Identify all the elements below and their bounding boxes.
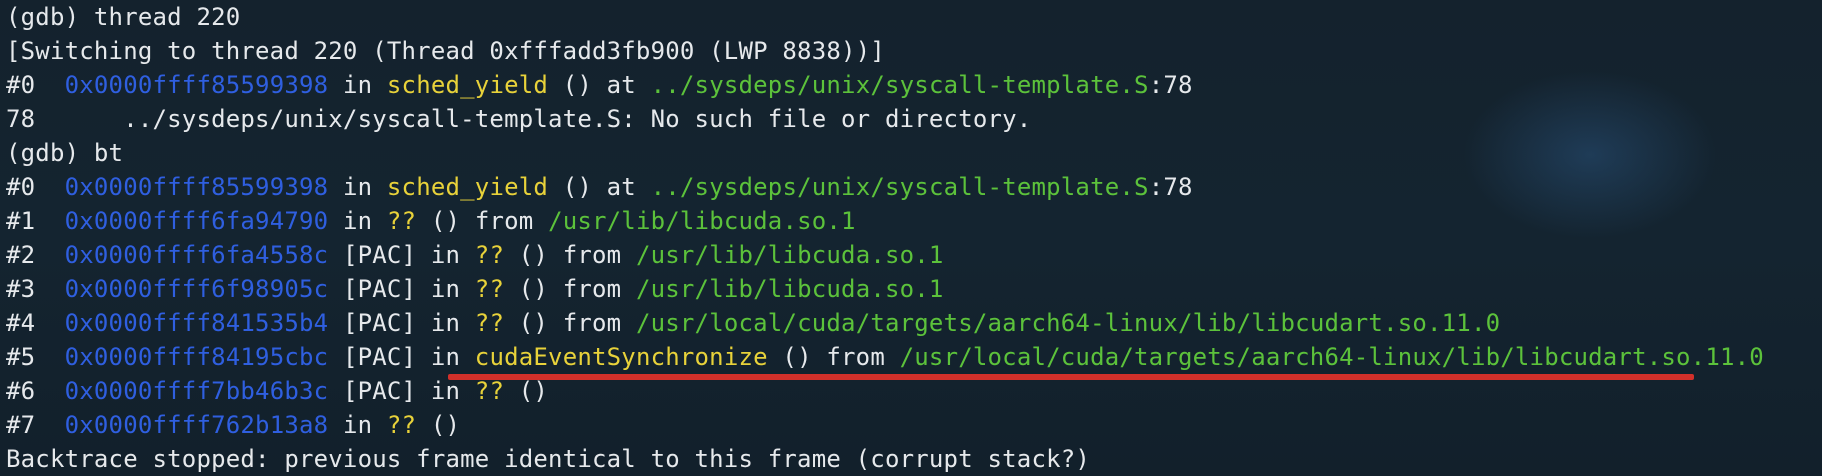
gdb-terminal-output: (gdb) thread 220 [Switching to thread 220… — [6, 0, 1816, 476]
terminal-text: [PAC] in — [328, 309, 475, 337]
terminal-text: #0 — [6, 173, 65, 201]
terminal-text: #3 — [6, 275, 65, 303]
terminal-text: in — [328, 71, 387, 99]
terminal-line: 78 ../sysdeps/unix/syscall-template.S: N… — [6, 102, 1816, 136]
terminal-text: () — [416, 411, 461, 439]
terminal-text: (gdb) thread 220 — [6, 3, 241, 31]
terminal-text: () from — [767, 343, 900, 371]
terminal-text: () at — [548, 71, 651, 99]
source-path: ../sysdeps/unix/syscall-template.S — [650, 71, 1149, 99]
terminal-text: #7 — [6, 411, 65, 439]
frame-address: 0x0000ffff84195cbc — [64, 343, 329, 371]
function-name: ?? — [474, 309, 505, 337]
terminal-text: () — [504, 377, 549, 405]
terminal-line: #0 0x0000ffff85599398 in sched_yield () … — [6, 68, 1816, 102]
frame-address: 0x0000ffff85599398 — [64, 173, 329, 201]
source-path: /usr/lib/libcuda.so.1 — [635, 241, 944, 269]
frame-address: 0x0000ffff7bb46b3c — [64, 377, 329, 405]
terminal-text: #4 — [6, 309, 65, 337]
source-path: /usr/local/cuda/targets/aarch64-linux/li… — [899, 343, 1764, 371]
terminal-text: [PAC] in — [328, 241, 475, 269]
function-name: ?? — [386, 411, 417, 439]
frame-address: 0x0000ffff762b13a8 — [64, 411, 329, 439]
function-name: sched_yield — [386, 71, 549, 99]
terminal-line: Backtrace stopped: previous frame identi… — [6, 442, 1816, 476]
terminal-text: #6 — [6, 377, 65, 405]
terminal-text: [Switching to thread 220 (Thread 0xfffad… — [6, 37, 885, 65]
function-name: cudaEventSynchronize — [474, 343, 768, 371]
function-name: ?? — [474, 241, 505, 269]
terminal-text: [PAC] in — [328, 275, 475, 303]
function-name: sched_yield — [386, 173, 549, 201]
terminal-line: (gdb) thread 220 — [6, 0, 1816, 34]
function-name: ?? — [386, 207, 417, 235]
function-name: ?? — [474, 275, 505, 303]
terminal-text: #5 — [6, 343, 65, 371]
terminal-text: in — [328, 173, 387, 201]
terminal-text: [PAC] in — [328, 343, 475, 371]
terminal-text: #2 — [6, 241, 65, 269]
terminal-text: [PAC] in — [328, 377, 475, 405]
terminal-line: #2 0x0000ffff6fa4558c [PAC] in ?? () fro… — [6, 238, 1816, 272]
terminal-text: 78 ../sysdeps/unix/syscall-template.S: N… — [6, 105, 1032, 133]
terminal-line: [Switching to thread 220 (Thread 0xfffad… — [6, 34, 1816, 68]
terminal-line: #0 0x0000ffff85599398 in sched_yield () … — [6, 170, 1816, 204]
terminal-text: () from — [504, 309, 636, 337]
terminal-text: :78 — [1148, 173, 1193, 201]
source-path: /usr/lib/libcuda.so.1 — [635, 275, 944, 303]
frame-address: 0x0000ffff85599398 — [64, 71, 329, 99]
terminal-text: () from — [504, 275, 636, 303]
source-path: /usr/lib/libcuda.so.1 — [548, 207, 856, 235]
terminal-line: #7 0x0000ffff762b13a8 in ?? () — [6, 408, 1816, 442]
frame-address: 0x0000ffff6f98905c — [64, 275, 329, 303]
frame-address: 0x0000ffff6fa94790 — [64, 207, 329, 235]
terminal-text: in — [328, 411, 387, 439]
terminal-line: #5 0x0000ffff84195cbc [PAC] in cudaEvent… — [6, 340, 1816, 374]
terminal-text: in — [328, 207, 387, 235]
terminal-line: (gdb) bt — [6, 136, 1816, 170]
function-name: ?? — [474, 377, 505, 405]
source-path: ../sysdeps/unix/syscall-template.S — [650, 173, 1149, 201]
terminal-text: Backtrace stopped: previous frame identi… — [6, 445, 1091, 473]
frame-address: 0x0000ffff6fa4558c — [64, 241, 329, 269]
highlight-underline — [448, 374, 1694, 380]
terminal-text: #0 — [6, 71, 65, 99]
terminal-line: #4 0x0000ffff841535b4 [PAC] in ?? () fro… — [6, 306, 1816, 340]
terminal-line: #1 0x0000ffff6fa94790 in ?? () from /usr… — [6, 204, 1816, 238]
terminal-text: () from — [416, 207, 549, 235]
terminal-line: #3 0x0000ffff6f98905c [PAC] in ?? () fro… — [6, 272, 1816, 306]
source-path: /usr/local/cuda/targets/aarch64-linux/li… — [635, 309, 1501, 337]
terminal-text: :78 — [1148, 71, 1193, 99]
terminal-text: (gdb) bt — [6, 139, 124, 167]
frame-address: 0x0000ffff841535b4 — [64, 309, 329, 337]
terminal-text: () at — [548, 173, 651, 201]
terminal-text: #1 — [6, 207, 65, 235]
terminal-text: () from — [504, 241, 636, 269]
